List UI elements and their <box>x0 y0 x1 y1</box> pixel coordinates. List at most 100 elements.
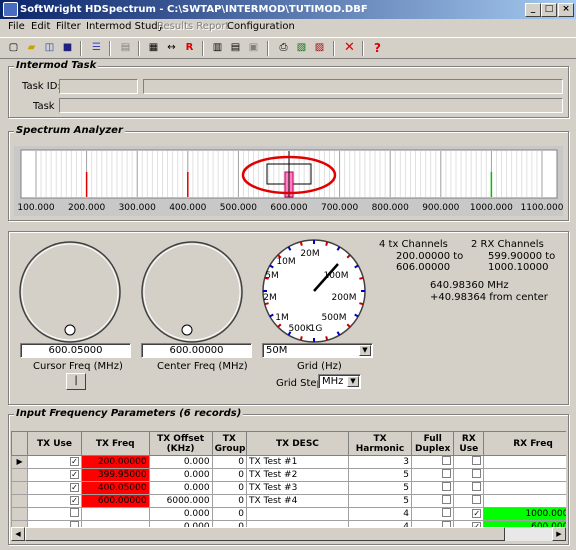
col-rx-use[interactable]: RX Use <box>453 431 485 456</box>
checkbox-checked[interactable]: ✓ <box>472 509 482 518</box>
cursor-freq-field[interactable]: 600.05000 <box>20 343 131 358</box>
grid-step-select[interactable]: MHz ▼ <box>318 374 361 389</box>
menu-intermod-study[interactable]: Intermod Study <box>86 21 164 32</box>
tx-desc-cell[interactable]: TX Test #3 <box>245 481 349 495</box>
col-full-duplex[interactable]: Full Duplex <box>410 431 455 456</box>
tx-offset-cell[interactable]: 0.000 <box>148 455 213 469</box>
tx-offset-cell[interactable]: 0.000 <box>148 468 213 482</box>
checkbox-unchecked[interactable] <box>442 456 452 465</box>
cursor-step-button[interactable]: | <box>66 373 86 390</box>
scroll-right-icon[interactable]: ▶ <box>552 527 566 541</box>
row-selector[interactable] <box>11 507 29 521</box>
tx-use-cell[interactable]: ✓ <box>27 468 82 482</box>
row-selector[interactable] <box>11 494 29 508</box>
task-field[interactable] <box>59 98 563 113</box>
tx-use-cell[interactable]: ✓ <box>27 481 82 495</box>
table-row[interactable]: ▶ ✓ 200.00000 0.000 0 TX Test #1 3 <box>11 455 566 469</box>
checkbox-unchecked[interactable] <box>472 456 482 465</box>
tx-group-cell[interactable]: 0 <box>211 507 247 521</box>
task-id-description-field[interactable] <box>143 79 563 94</box>
tx-use-cell[interactable]: ✓ <box>27 494 82 508</box>
checkbox-unchecked[interactable] <box>472 482 482 491</box>
spectrum-plot[interactable]: 100.000 200.000 300.000 400.000 500.000 600.0… <box>14 146 564 216</box>
tx-desc-cell[interactable]: TX Test #1 <box>245 455 349 469</box>
printer-icon[interactable]: ⎙ <box>275 40 292 57</box>
menu-file[interactable]: File <box>8 21 25 32</box>
import-icon[interactable]: ◫ <box>41 40 58 57</box>
minimize-button[interactable]: _ <box>525 3 541 17</box>
col-tx-freq[interactable]: TX Freq <box>80 431 150 456</box>
col-tx-use[interactable]: TX Use <box>27 431 82 456</box>
rx-use-cell[interactable] <box>453 494 485 508</box>
checkbox-checked[interactable]: ✓ <box>69 457 79 466</box>
rx-freq-cell[interactable] <box>483 468 566 482</box>
table-row[interactable]: ✓ 399.95000 0.000 0 TX Test #2 5 <box>11 468 566 482</box>
col-tx-harmonic[interactable]: TX Harmonic <box>347 431 413 456</box>
tx-use-cell[interactable] <box>27 507 82 521</box>
scroll-thumb[interactable] <box>25 527 505 541</box>
rx-use-cell[interactable] <box>453 468 485 482</box>
checkbox-unchecked[interactable] <box>442 508 452 517</box>
center-freq-dial[interactable] <box>140 240 244 344</box>
tx-harmonic-cell[interactable]: 5 <box>347 494 413 508</box>
checkbox-unchecked[interactable] <box>69 508 79 517</box>
export-icon[interactable]: ▧ <box>293 40 310 57</box>
tx-harmonic-cell[interactable]: 5 <box>347 468 413 482</box>
tx-harmonic-cell[interactable]: 4 <box>347 507 413 521</box>
rx-freq-cell[interactable] <box>483 481 566 495</box>
tx-harmonic-cell[interactable]: 5 <box>347 481 413 495</box>
tx-group-cell[interactable]: 0 <box>211 455 247 469</box>
horizontal-scrollbar[interactable]: ◀ ▶ <box>11 527 566 541</box>
tx-desc-cell[interactable] <box>245 507 349 521</box>
grid-dial[interactable]: 20M10M100M5M200M2M500M1M500K1G <box>260 238 368 344</box>
close-button[interactable]: × <box>558 3 574 17</box>
rx-freq-cell[interactable] <box>483 494 566 508</box>
tx-freq-cell[interactable]: 200.00000 <box>80 455 150 469</box>
list-icon[interactable]: ☰ <box>88 40 105 57</box>
tx-desc-cell[interactable]: TX Test #4 <box>245 494 349 508</box>
save-icon[interactable]: ■ <box>59 40 76 57</box>
full-duplex-cell[interactable] <box>410 507 455 521</box>
col-tx-desc[interactable]: TX DESC <box>245 431 349 456</box>
exit-door-icon[interactable]: ▨ <box>311 40 328 57</box>
tx-group-cell[interactable]: 0 <box>211 494 247 508</box>
tx-group-cell[interactable]: 0 <box>211 481 247 495</box>
tx-freq-cell[interactable] <box>80 507 150 521</box>
checkbox-unchecked[interactable] <box>442 495 452 504</box>
reset-icon[interactable]: R <box>181 40 198 57</box>
row-selector[interactable]: ▶ <box>11 455 29 469</box>
table-row[interactable]: 0.00004✓1000.00000RX Test <box>11 507 566 521</box>
task-id-field[interactable] <box>59 79 138 94</box>
print-preview-icon[interactable]: ▤ <box>117 40 134 57</box>
col-tx-offset[interactable]: TX Offset (KHz) <box>148 431 213 456</box>
rx-freq-cell[interactable]: 1000.00000 <box>483 507 566 521</box>
full-duplex-cell[interactable] <box>410 494 455 508</box>
checkbox-unchecked[interactable] <box>442 469 452 478</box>
tx-offset-cell[interactable]: 0.000 <box>148 481 213 495</box>
checkbox-unchecked[interactable] <box>472 469 482 478</box>
document-icon[interactable]: ▤ <box>227 40 244 57</box>
checkbox-checked[interactable]: ✓ <box>69 496 79 505</box>
table-row[interactable]: ✓ 400.05000 0.000 0 TX Test #3 5 <box>11 481 566 495</box>
tx-freq-cell[interactable]: 600.00000 <box>80 494 150 508</box>
col-tx-group[interactable]: TX Group <box>211 431 247 456</box>
tx-freq-cell[interactable]: 399.95000 <box>80 468 150 482</box>
grid-select[interactable]: 50M ▼ <box>262 343 373 358</box>
tx-harmonic-cell[interactable]: 3 <box>347 455 413 469</box>
rx-freq-cell[interactable] <box>483 455 566 469</box>
menu-edit[interactable]: Edit <box>31 21 50 32</box>
table-row[interactable]: ✓ 600.00000 6000.000 0 TX Test #4 5 <box>11 494 566 508</box>
report-icon[interactable]: ▥ <box>209 40 226 57</box>
spectrum-display[interactable]: 100.000 200.000 300.000 400.000 500.000 600.0… <box>14 146 564 216</box>
menu-configuration[interactable]: Configuration <box>227 21 295 32</box>
row-selector[interactable] <box>11 468 29 482</box>
menu-results-report[interactable]: Results Report <box>157 21 229 32</box>
width-icon[interactable]: ↔ <box>163 40 180 57</box>
full-duplex-cell[interactable] <box>410 468 455 482</box>
center-freq-field[interactable]: 600.00000 <box>141 343 252 358</box>
tx-offset-cell[interactable]: 0.000 <box>148 507 213 521</box>
full-duplex-cell[interactable] <box>410 455 455 469</box>
open-folder-icon[interactable]: ▰ <box>23 40 40 57</box>
checkbox-unchecked[interactable] <box>442 482 452 491</box>
rx-use-cell[interactable] <box>453 455 485 469</box>
